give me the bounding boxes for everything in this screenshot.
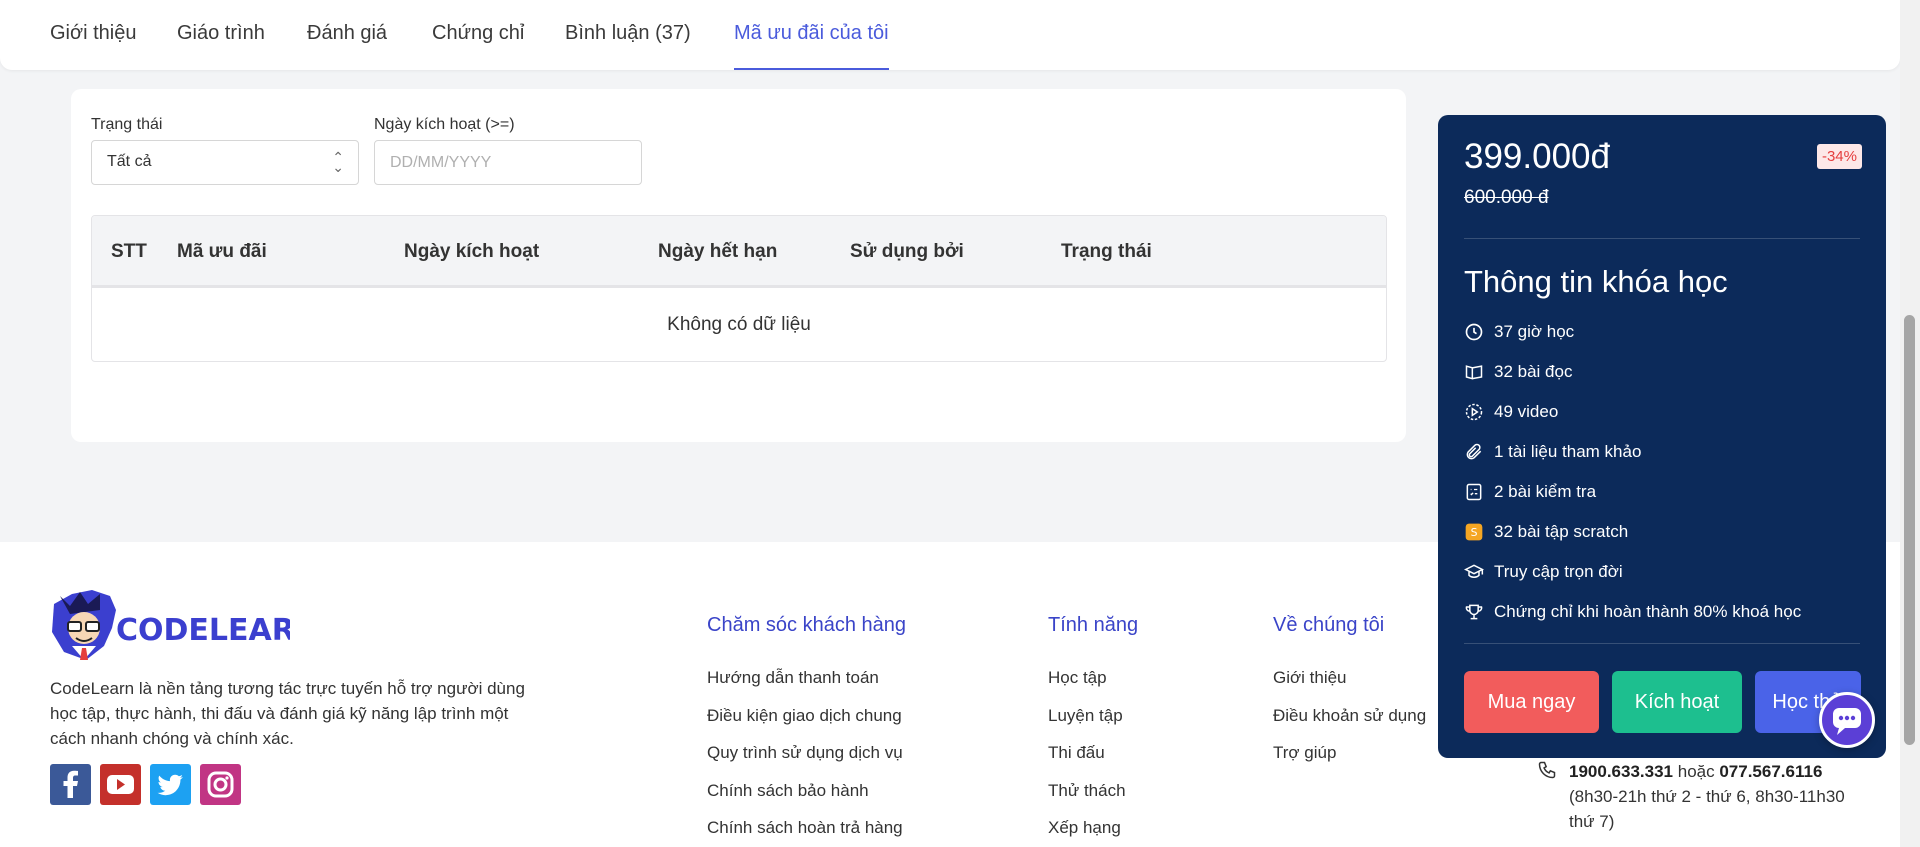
col-activation-date: Ngày kích hoạt — [404, 241, 540, 262]
tab-chung-chi[interactable]: Chứng chỉ — [432, 22, 524, 70]
footer-col-customer-care-title: Chăm sóc khách hàng — [707, 614, 907, 636]
voucher-table: STT Mã ưu đãi Ngày kích hoạt Ngày hết hạ… — [91, 215, 1387, 362]
table-header: STT Mã ưu đãi Ngày kích hoạt Ngày hết hạ… — [92, 216, 1386, 288]
youtube-icon[interactable] — [100, 764, 141, 805]
empty-state-text: Không có dữ liệu — [667, 314, 811, 335]
codelearn-logo[interactable]: CODELEARN — [50, 588, 320, 666]
course-info-title: Thông tin khóa học — [1464, 264, 1728, 299]
facebook-icon[interactable] — [50, 764, 91, 805]
course-info-card: 399.000đ 600.000 đ -34% Thông tin khóa h… — [1438, 115, 1886, 758]
select-arrows-icon: ⌃ ⌄ — [332, 149, 344, 175]
tab-binh-luan[interactable]: Bình luận (37) — [565, 22, 691, 70]
footer-link[interactable]: Trợ giúp — [1273, 743, 1336, 763]
support-hours: (8h30-21h thứ 2 - thứ 6, 8h30-11h30 thứ … — [1569, 787, 1845, 831]
discount-badge: -34% — [1816, 144, 1862, 169]
status-filter-label: Trạng thái — [91, 116, 163, 133]
book-icon — [1465, 365, 1483, 380]
status-select-value: Tất cả — [107, 153, 152, 170]
divider — [1464, 643, 1860, 644]
graduation-cap-icon — [1464, 564, 1484, 578]
twitter-icon[interactable] — [150, 764, 191, 805]
info-readings: 32 bài đọc — [1464, 360, 1572, 384]
footer-link[interactable]: Hướng dẫn thanh toán — [707, 668, 879, 688]
quiz-icon — [1466, 483, 1482, 501]
col-stt: STT — [111, 241, 147, 262]
logo-wordmark: CODELEARN — [116, 613, 290, 648]
footer-link[interactable]: Học tập — [1048, 668, 1107, 688]
status-select[interactable]: Tất cả ⌃ ⌄ — [91, 140, 359, 185]
page-scrollbar[interactable] — [1900, 0, 1920, 847]
course-tabs: Giới thiệu Giáo trình Đánh giá Chứng chỉ… — [0, 0, 1900, 70]
chat-icon — [1833, 708, 1861, 735]
col-status: Trạng thái — [1061, 241, 1152, 262]
phone-number-2[interactable]: 077.567.6116 — [1719, 762, 1822, 781]
course-old-price: 600.000 đ — [1464, 187, 1549, 208]
voucher-panel: Trạng thái Tất cả ⌃ ⌄ Ngày kích hoạt (>=)… — [71, 89, 1406, 442]
course-price: 399.000đ — [1464, 137, 1610, 176]
info-scratch: S 32 bài tập scratch — [1464, 520, 1628, 544]
buy-now-button[interactable]: Mua ngay — [1464, 671, 1599, 733]
trophy-icon — [1465, 604, 1483, 620]
col-expiry-date: Ngày hết hạn — [658, 241, 778, 262]
footer-link[interactable]: Chính sách bảo hành — [707, 781, 869, 801]
chat-bubble-button[interactable] — [1819, 692, 1875, 748]
activate-button[interactable]: Kích hoạt — [1612, 671, 1742, 733]
info-lifetime: Truy cập trọn đời — [1464, 560, 1623, 584]
scratch-icon: S — [1465, 523, 1483, 541]
col-used-by: Sử dụng bởi — [850, 241, 964, 262]
tab-gioi-thieu[interactable]: Giới thiệu — [50, 22, 136, 70]
phone-or: hoặc — [1677, 762, 1715, 781]
instagram-icon[interactable] — [200, 764, 241, 805]
date-filter-label: Ngày kích hoạt (>=) — [374, 116, 515, 133]
divider — [1464, 238, 1860, 239]
footer-link[interactable]: Thử thách — [1048, 781, 1126, 801]
footer-col-about-title: Về chúng tôi — [1273, 614, 1385, 636]
contact-phone: 1900.633.331 hoặc 077.567.6116 (8h30-21h… — [1537, 759, 1857, 834]
footer-link[interactable]: Giới thiệu — [1273, 668, 1347, 688]
info-references: 1 tài liệu tham khảo — [1464, 440, 1641, 464]
phone-number-1[interactable]: 1900.633.331 — [1569, 762, 1673, 781]
footer-link[interactable]: Thi đấu — [1048, 743, 1105, 763]
footer-link[interactable]: Xếp hạng — [1048, 818, 1121, 838]
tab-danh-gia[interactable]: Đánh giá — [307, 22, 387, 70]
info-videos: 49 video — [1464, 400, 1558, 424]
svg-text:S: S — [1471, 526, 1478, 539]
video-icon — [1465, 403, 1483, 421]
info-certificate: Chứng chỉ khi hoàn thành 80% khoá học — [1464, 600, 1801, 624]
footer-col-features-title: Tính năng — [1048, 614, 1139, 636]
footer-link[interactable]: Luyện tập — [1048, 706, 1123, 726]
col-voucher-code: Mã ưu đãi — [177, 241, 267, 262]
activation-date-input[interactable] — [374, 140, 642, 185]
footer-link[interactable]: Điều khoản sử dụng — [1273, 706, 1426, 726]
footer-description: CodeLearn là nền tảng tương tác trực tuy… — [50, 679, 525, 748]
footer-link[interactable]: Quy trình sử dụng dịch vụ — [707, 743, 903, 763]
info-hours: 37 giờ học — [1464, 320, 1574, 344]
info-quizzes: 2 bài kiểm tra — [1464, 480, 1596, 504]
tab-ma-uu-dai[interactable]: Mã ưu đãi của tôi — [734, 22, 889, 70]
footer-link[interactable]: Chính sách hoàn trả hàng — [707, 818, 903, 838]
tab-giao-trinh[interactable]: Giáo trình — [177, 22, 265, 70]
paperclip-icon — [1466, 443, 1482, 460]
clock-icon — [1465, 323, 1483, 341]
scrollbar-thumb[interactable] — [1904, 315, 1915, 745]
footer-link[interactable]: Điều kiện giao dịch chung — [707, 706, 902, 726]
